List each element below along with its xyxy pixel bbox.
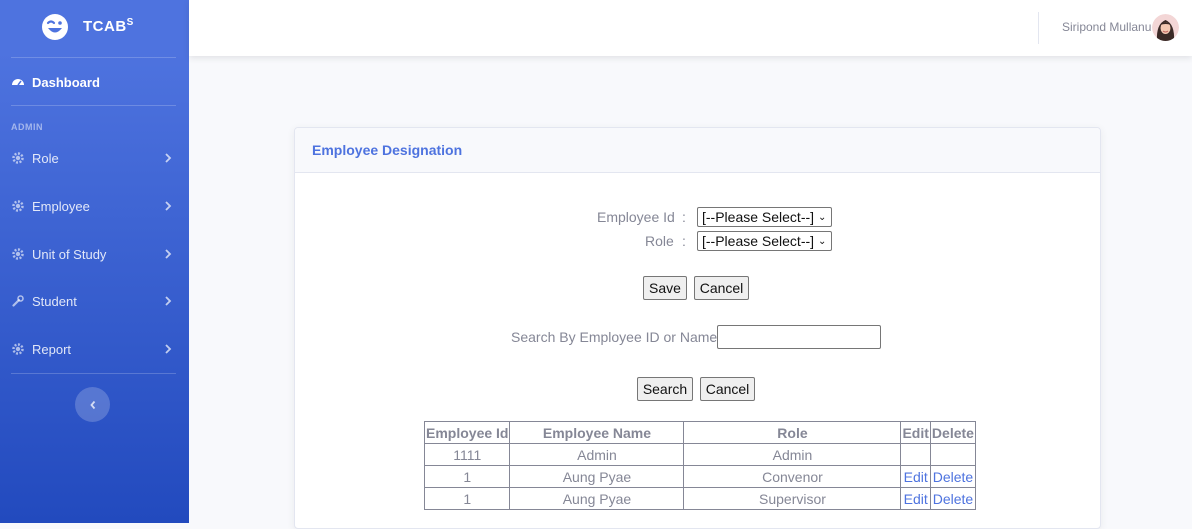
chevron-right-icon (165, 344, 172, 354)
card-header: Employee Designation (295, 128, 1100, 173)
search-input[interactable] (717, 325, 881, 349)
gear-icon (11, 247, 25, 261)
column-header: Delete (929, 421, 976, 444)
table-row: 1 Aung Pyae Supervisor Edit Delete (423, 487, 976, 510)
cell-edit: Edit (900, 465, 931, 488)
column-header: Employee Name (509, 421, 685, 444)
cell-delete: Delete (929, 487, 976, 510)
cancel-button[interactable]: Cancel (694, 276, 749, 300)
sidebar-divider (11, 57, 176, 58)
cell-edit: Edit (900, 487, 931, 510)
employee-id-label: Employee Id (597, 209, 675, 225)
chevron-right-icon (165, 249, 172, 259)
wrench-icon (11, 294, 25, 308)
cell-role: Admin (683, 443, 902, 466)
chevron-left-icon (89, 400, 95, 409)
card-title: Employee Designation (312, 142, 463, 158)
sidebar-item-dashboard[interactable]: Dashboard (0, 62, 189, 102)
employee-id-select[interactable]: [--Please Select--] ⌄ (697, 207, 832, 227)
sidebar: TCABS Dashboard ADMIN Role Employee Unit… (0, 0, 189, 523)
avatar[interactable] (1152, 14, 1179, 41)
employee-id-colon: : (682, 209, 686, 225)
sidebar-item-label: Employee (32, 198, 90, 214)
sidebar-item-label: Student (32, 293, 77, 309)
cell-role: Supervisor (683, 487, 902, 510)
chevron-right-icon (165, 296, 172, 306)
role-select-value: [--Please Select--] (702, 233, 815, 249)
table-row: 1111 Admin Admin (423, 443, 976, 466)
cell-employee-id: 1 (423, 465, 511, 488)
role-select[interactable]: [--Please Select--] ⌄ (697, 231, 832, 251)
sidebar-item-label: Report (32, 341, 72, 357)
sidebar-divider (11, 373, 176, 374)
cell-employee-name: Aung Pyae (509, 487, 685, 510)
chevron-right-icon (165, 201, 172, 211)
column-header: Employee Id (423, 421, 511, 444)
employee-id-select-value: [--Please Select--] (702, 209, 815, 225)
cell-employee-id: 1111 (423, 443, 511, 466)
role-colon: : (682, 233, 686, 249)
role-label: Role (645, 233, 674, 249)
column-header: Role (683, 421, 902, 444)
cell-delete: Delete (929, 465, 976, 488)
topbar: Siripond Mullanu (189, 0, 1192, 56)
search-button[interactable]: Search (637, 377, 693, 401)
sidebar-item-report[interactable]: Report (0, 329, 189, 369)
employee-table: Employee Id Employee Name Role Edit Dele… (423, 421, 976, 510)
chevron-down-icon: ⌄ (818, 211, 827, 223)
cell-role: Convenor (683, 465, 902, 488)
edit-link[interactable]: Edit (904, 491, 928, 507)
sidebar-item-unit-of-study[interactable]: Unit of Study (0, 234, 189, 274)
delete-link[interactable]: Delete (933, 491, 973, 507)
sidebar-divider (11, 105, 176, 106)
sidebar-toggle-button[interactable] (75, 387, 110, 422)
cell-employee-name: Admin (509, 443, 685, 466)
gear-icon (11, 199, 25, 213)
tachometer-icon (11, 75, 25, 89)
table-row: 1 Aung Pyae Convenor Edit Delete (423, 465, 976, 488)
sidebar-item-label: Unit of Study (32, 246, 107, 262)
cell-edit (900, 443, 931, 466)
sidebar-item-label: Dashboard (32, 74, 100, 90)
sidebar-item-role[interactable]: Role (0, 138, 189, 178)
column-header: Edit (900, 421, 931, 444)
sidebar-heading: ADMIN (11, 122, 43, 132)
table-header-row: Employee Id Employee Name Role Edit Dele… (423, 421, 976, 444)
gear-icon (11, 342, 25, 356)
chevron-down-icon: ⌄ (818, 235, 827, 247)
sidebar-item-student[interactable]: Student (0, 281, 189, 321)
sidebar-item-label: Role (32, 150, 59, 166)
brand-name: TCABS (83, 17, 134, 35)
chevron-right-icon (165, 153, 172, 163)
search-colon: : (711, 329, 715, 345)
topbar-divider (1038, 12, 1039, 44)
save-button[interactable]: Save (643, 276, 687, 300)
edit-link[interactable]: Edit (904, 469, 928, 485)
delete-link[interactable]: Delete (933, 469, 973, 485)
cell-employee-id: 1 (423, 487, 511, 510)
laugh-wink-icon (42, 14, 68, 40)
sidebar-item-employee[interactable]: Employee (0, 186, 189, 226)
cell-delete (929, 443, 976, 466)
brand[interactable]: TCABS (0, 0, 189, 56)
cell-employee-name: Aung Pyae (509, 465, 685, 488)
gear-icon (11, 151, 25, 165)
search-cancel-button[interactable]: Cancel (700, 377, 755, 401)
search-label: Search By Employee ID or Name (511, 329, 718, 345)
user-name[interactable]: Siripond Mullanu (1062, 20, 1151, 34)
